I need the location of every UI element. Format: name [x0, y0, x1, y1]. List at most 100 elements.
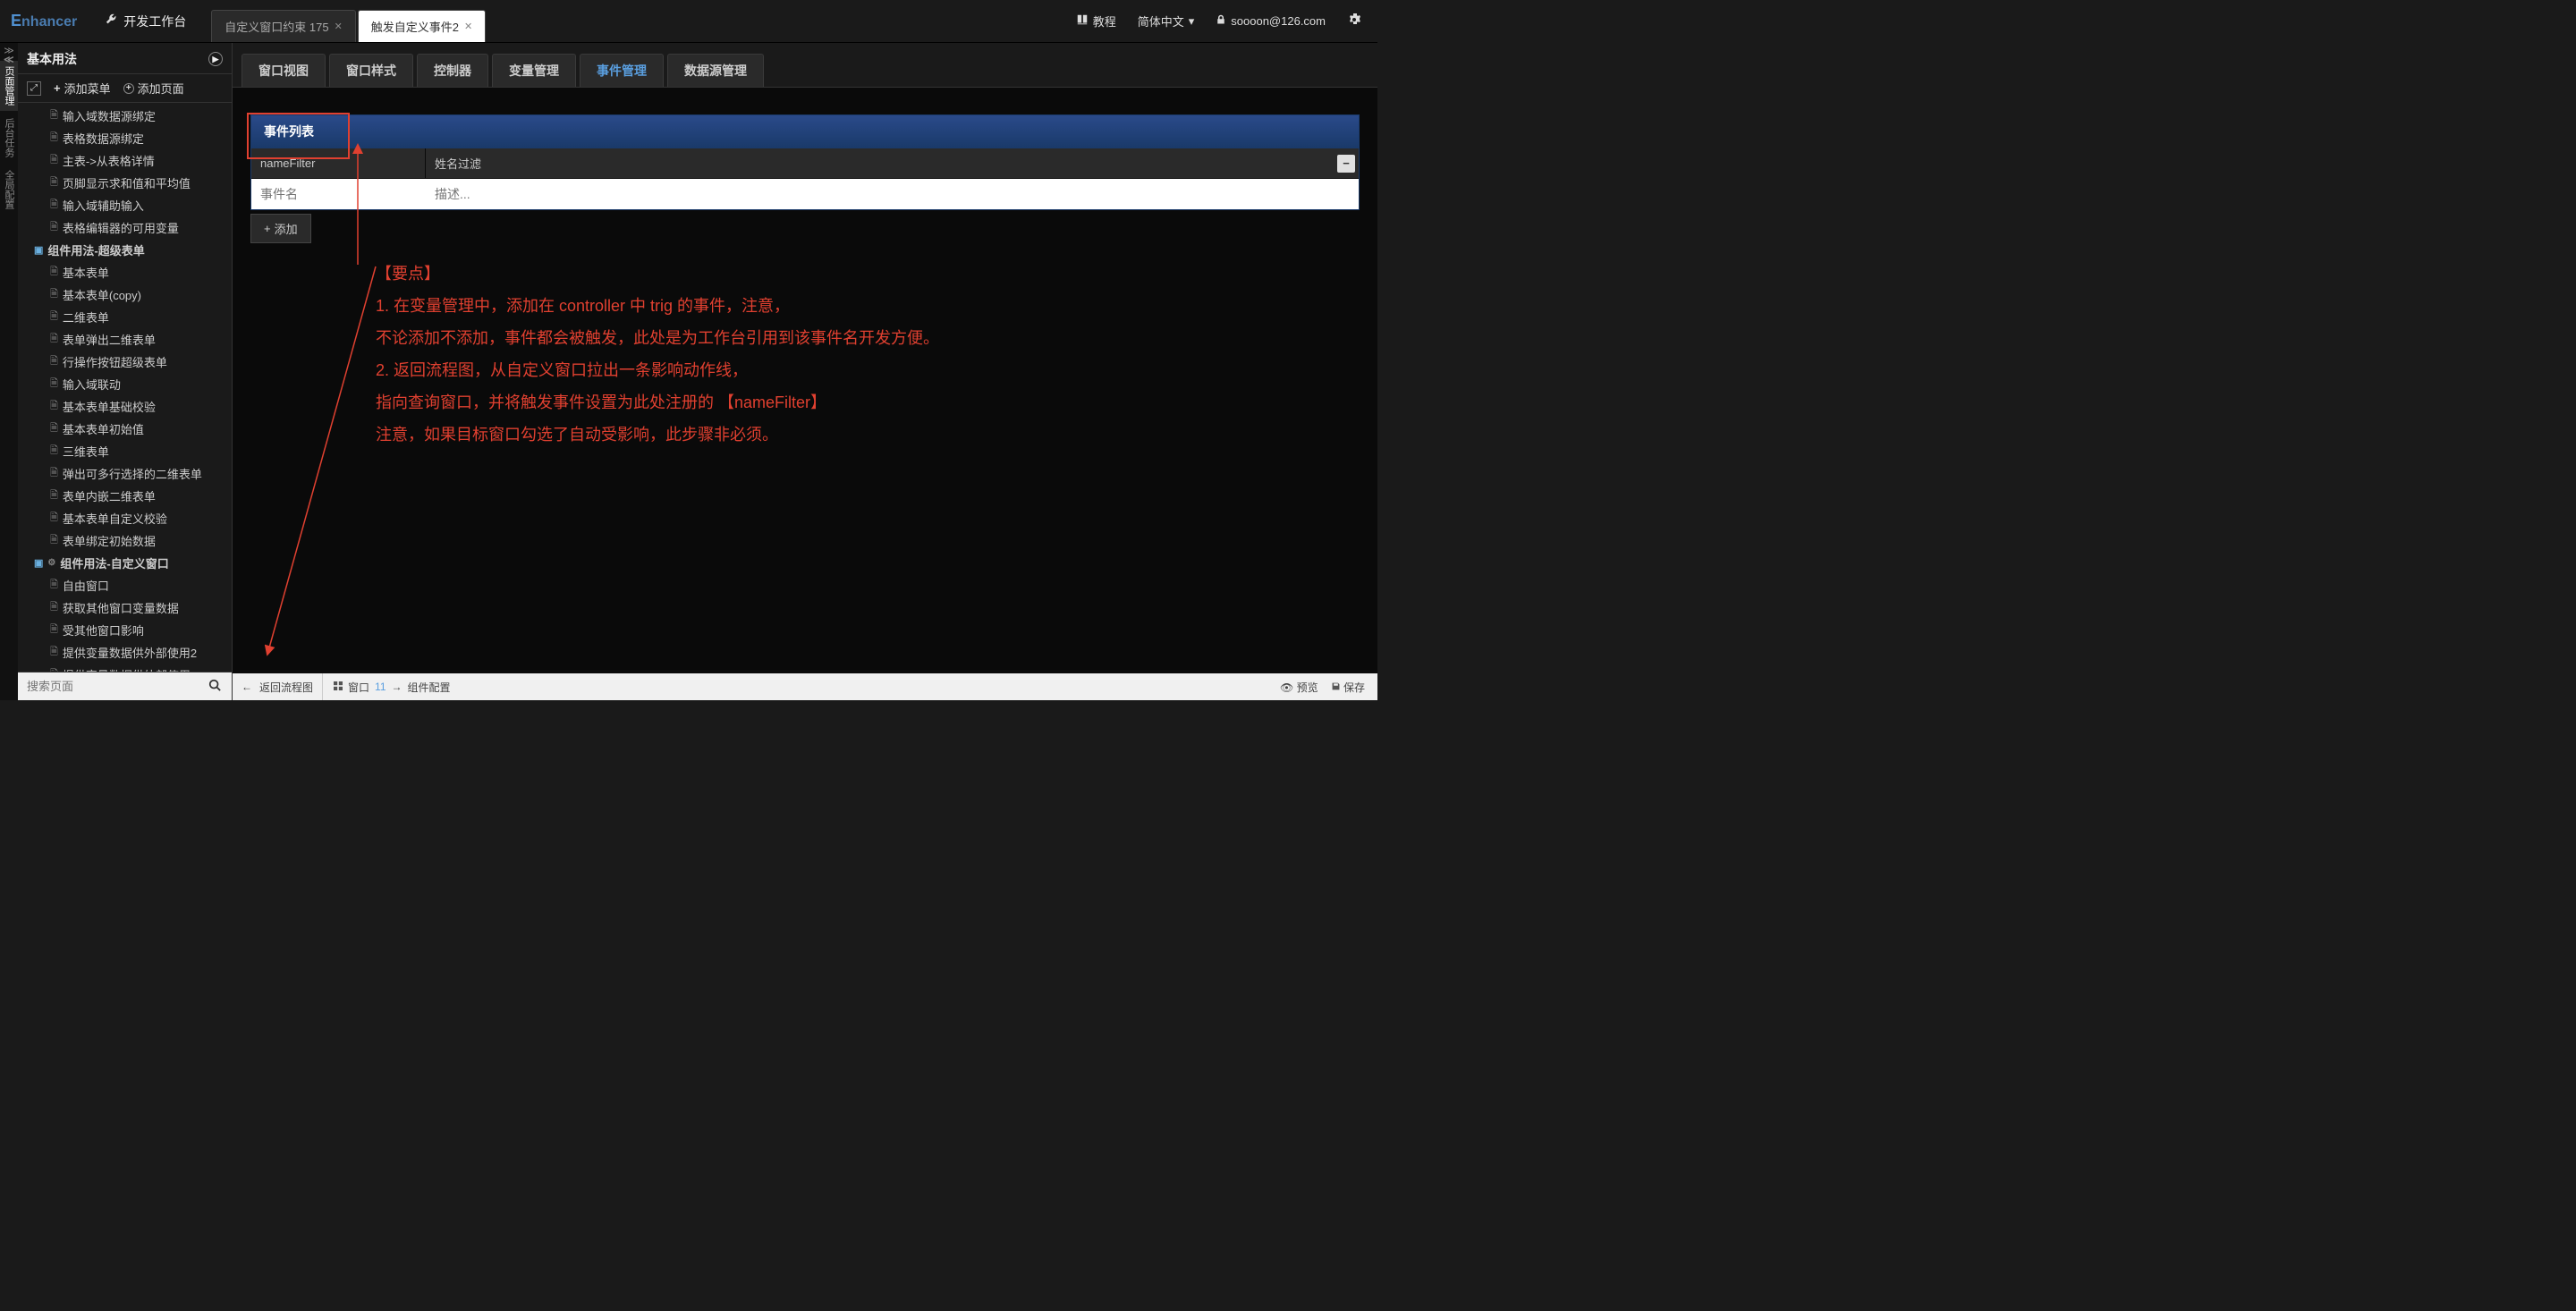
- collapse-left-icon[interactable]: ≪: [4, 54, 14, 65]
- file-icon: 🗎: [50, 577, 58, 594]
- tab-controller[interactable]: 控制器: [417, 54, 488, 87]
- tree-item[interactable]: 🗎基本表单: [18, 261, 232, 283]
- annotation-arrow-icon: [250, 258, 411, 660]
- tab-window-style[interactable]: 窗口样式: [329, 54, 413, 87]
- file-icon: 🗎: [50, 465, 58, 482]
- file-icon: 🗎: [50, 443, 58, 460]
- sidebar-title: 基本用法: [27, 50, 77, 68]
- file-icon: 🗎: [50, 487, 58, 504]
- file-icon: 🗎: [50, 286, 58, 303]
- file-icon: 🗎: [50, 398, 58, 415]
- event-name-input[interactable]: [251, 179, 426, 209]
- tree-group[interactable]: ▣组件用法-超级表单: [18, 239, 232, 261]
- tree-item[interactable]: 🗎基本表单(copy): [18, 283, 232, 306]
- language-selector[interactable]: 简体中文 ▾: [1138, 13, 1195, 30]
- tree-item[interactable]: 🗎输入域数据源绑定: [18, 105, 232, 127]
- breadcrumb: 窗口 11 → 组件配置: [323, 673, 462, 700]
- event-row: nameFilter 姓名过滤 −: [251, 148, 1359, 179]
- close-icon[interactable]: ✕: [335, 21, 343, 32]
- tree-item[interactable]: 🗎提供变量数据供外部使用: [18, 664, 232, 672]
- close-icon[interactable]: ✕: [464, 21, 472, 32]
- tree-item[interactable]: 🗎二维表单: [18, 306, 232, 328]
- event-desc-cell[interactable]: 姓名过滤: [426, 148, 1337, 178]
- grid-icon: [334, 681, 343, 693]
- tree-item[interactable]: 🗎页脚显示求和值和平均值: [18, 172, 232, 194]
- search-icon[interactable]: [203, 679, 226, 694]
- add-button[interactable]: + 添加: [250, 214, 311, 243]
- tree-item[interactable]: 🗎表单内嵌二维表单: [18, 485, 232, 507]
- tree-item[interactable]: 🗎自由窗口: [18, 574, 232, 596]
- folder-open-icon: ▣: [34, 244, 43, 256]
- search-input[interactable]: [23, 676, 203, 697]
- chevron-down-icon: ▾: [1189, 14, 1195, 29]
- tab-variable-mgmt[interactable]: 变量管理: [492, 54, 576, 87]
- file-icon: 🗎: [50, 599, 58, 616]
- settings-icon[interactable]: [1347, 13, 1361, 30]
- event-desc-input[interactable]: [426, 179, 1359, 209]
- eye-icon: 👁: [1280, 681, 1293, 694]
- collapse-icon[interactable]: −: [1337, 155, 1355, 173]
- document-tab[interactable]: 自定义窗口约束 175 ✕: [211, 10, 356, 42]
- vtab-pages[interactable]: 页面管理: [0, 61, 18, 111]
- tutorial-link[interactable]: 教程: [1076, 13, 1116, 30]
- back-to-flow-button[interactable]: ← 返回流程图: [233, 673, 323, 700]
- tree-item[interactable]: 🗎表单绑定初始数据: [18, 529, 232, 552]
- tree-item[interactable]: 🗎基本表单初始值: [18, 418, 232, 440]
- tab-event-mgmt[interactable]: 事件管理: [580, 54, 664, 87]
- tree-item[interactable]: 🗎三维表单: [18, 440, 232, 462]
- file-icon: 🗎: [50, 264, 58, 281]
- add-menu-button[interactable]: +添加菜单: [54, 80, 111, 97]
- wrench-icon: [106, 13, 118, 29]
- tree-item[interactable]: 🗎基本表单基础校验: [18, 395, 232, 418]
- add-page-button[interactable]: +添加页面: [123, 80, 184, 97]
- file-icon: 🗎: [50, 510, 58, 527]
- folder-open-icon: ▣: [34, 557, 43, 569]
- event-name-cell[interactable]: nameFilter: [251, 148, 426, 178]
- tree-item[interactable]: 🗎行操作按钮超级表单: [18, 351, 232, 373]
- tree-item[interactable]: 🗎获取其他窗口变量数据: [18, 596, 232, 619]
- lock-icon: [1216, 14, 1226, 28]
- tree-item[interactable]: 🗎弹出可多行选择的二维表单: [18, 462, 232, 485]
- file-icon: 🗎: [50, 130, 58, 147]
- tree-item[interactable]: 🗎提供变量数据供外部使用2: [18, 641, 232, 664]
- vtab-config[interactable]: 全局配置: [0, 165, 18, 215]
- brand-logo: Enhancer: [7, 12, 89, 30]
- file-icon: 🗎: [50, 622, 58, 639]
- tab-datasource-mgmt[interactable]: 数据源管理: [667, 54, 764, 87]
- tree-item[interactable]: 🗎受其他窗口影响: [18, 619, 232, 641]
- file-icon: 🗎: [50, 644, 58, 661]
- arrow-right-icon: →: [392, 681, 402, 693]
- document-tab[interactable]: 触发自定义事件2 ✕: [358, 10, 486, 42]
- file-icon: 🗎: [50, 309, 58, 326]
- file-icon: 🗎: [50, 197, 58, 214]
- tab-label: 触发自定义事件2: [371, 18, 459, 35]
- tree-item[interactable]: 🗎输入域辅助输入: [18, 194, 232, 216]
- preview-button[interactable]: 👁 预览: [1280, 680, 1318, 695]
- file-icon: 🗎: [50, 152, 58, 169]
- tab-label: 自定义窗口约束 175: [225, 18, 328, 35]
- tree-item[interactable]: 🗎基本表单自定义校验: [18, 507, 232, 529]
- expand-all-icon[interactable]: ⤢: [27, 81, 41, 96]
- user-menu[interactable]: soooon@126.com: [1216, 14, 1326, 28]
- save-button[interactable]: 保存: [1331, 680, 1365, 695]
- file-icon: 🗎: [50, 532, 58, 549]
- tree-item[interactable]: 🗎主表->从表格详情: [18, 149, 232, 172]
- tree-group[interactable]: ▣⚙组件用法-自定义窗口: [18, 552, 232, 574]
- tab-window-view[interactable]: 窗口视图: [242, 54, 326, 87]
- file-icon: 🗎: [50, 174, 58, 191]
- arrow-left-icon: ←: [242, 681, 252, 693]
- dev-console-link[interactable]: 开发工作台: [89, 13, 202, 30]
- vtab-tasks[interactable]: 后台任务: [0, 113, 18, 163]
- save-icon: [1331, 681, 1343, 694]
- tree-item[interactable]: 🗎表格编辑器的可用变量: [18, 216, 232, 239]
- annotation-text: 【要点】 1. 在变量管理中，添加在 controller 中 trig 的事件…: [376, 258, 939, 451]
- play-icon[interactable]: ▶: [208, 52, 223, 66]
- tree-item[interactable]: 🗎表单弹出二维表单: [18, 328, 232, 351]
- plus-icon: +: [264, 222, 271, 235]
- file-icon: 🗎: [50, 219, 58, 236]
- file-icon: 🗎: [50, 331, 58, 348]
- event-list-header: 事件列表: [251, 115, 1359, 148]
- tree-item[interactable]: 🗎输入域联动: [18, 373, 232, 395]
- file-icon: 🗎: [50, 376, 58, 393]
- tree-item[interactable]: 🗎表格数据源绑定: [18, 127, 232, 149]
